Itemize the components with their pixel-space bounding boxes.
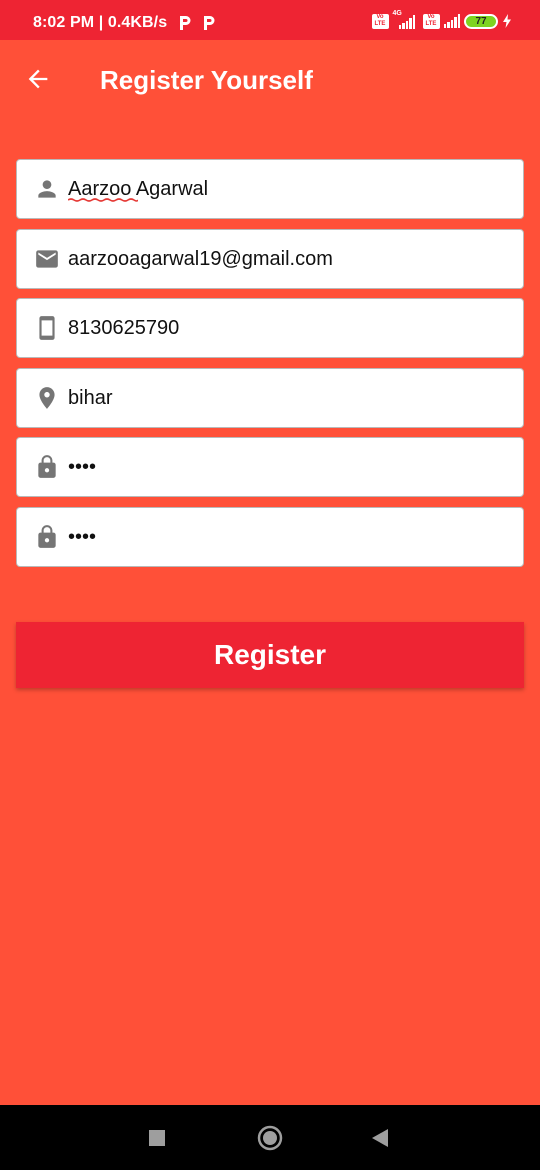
mail-icon	[36, 250, 58, 268]
person-icon	[38, 180, 56, 198]
status-left: 8:02 PM | 0.4KB/s	[33, 14, 215, 32]
square-icon[interactable]	[149, 1130, 165, 1146]
email-field[interactable]	[16, 229, 524, 289]
battery-level: 77	[475, 15, 487, 27]
battery-icon: 77	[464, 13, 498, 29]
back-button[interactable]	[24, 65, 52, 93]
phone-input[interactable]	[68, 308, 488, 348]
arrow-left-icon	[28, 69, 48, 89]
password-field[interactable]	[16, 437, 524, 497]
status-right: Vo LTE 4G Vo LTE 77	[371, 10, 513, 29]
confirm-password-field[interactable]	[16, 507, 524, 567]
password-input[interactable]	[68, 447, 488, 487]
name-input[interactable]	[68, 169, 488, 209]
location-field[interactable]	[16, 368, 524, 428]
volte-icon-2: Vo LTE	[422, 13, 440, 29]
phone-field[interactable]	[16, 298, 524, 358]
lock-icon	[38, 525, 56, 548]
email-input[interactable]	[68, 239, 488, 279]
volte-icon: Vo LTE	[371, 13, 389, 29]
triangle-back-icon[interactable]	[371, 1129, 389, 1147]
status-time-speed: 8:02 PM | 0.4KB/s	[33, 14, 168, 31]
status-bar: 8:02 PM | 0.4KB/s Vo LTE 4G Vo LTE 77	[0, 0, 540, 40]
location-pin-icon	[39, 387, 55, 409]
name-field[interactable]	[16, 159, 524, 219]
circle-icon[interactable]	[257, 1125, 283, 1151]
page-title: Register Yourself	[100, 65, 313, 95]
signal-strength-icon: 4G	[393, 10, 419, 29]
location-input[interactable]	[68, 378, 488, 418]
notification-p-icon-2	[203, 15, 215, 31]
confirm-password-input[interactable]	[68, 517, 488, 557]
charging-icon	[503, 14, 511, 28]
signal-strength-icon-2	[443, 14, 460, 28]
lock-icon	[38, 455, 56, 478]
app-bar: Register Yourself	[0, 40, 540, 120]
system-nav-bar	[0, 1105, 540, 1170]
register-button[interactable]: Register	[16, 622, 524, 688]
spellcheck-underline	[68, 198, 138, 202]
smartphone-icon	[39, 316, 55, 340]
notification-p-icon	[179, 15, 191, 31]
